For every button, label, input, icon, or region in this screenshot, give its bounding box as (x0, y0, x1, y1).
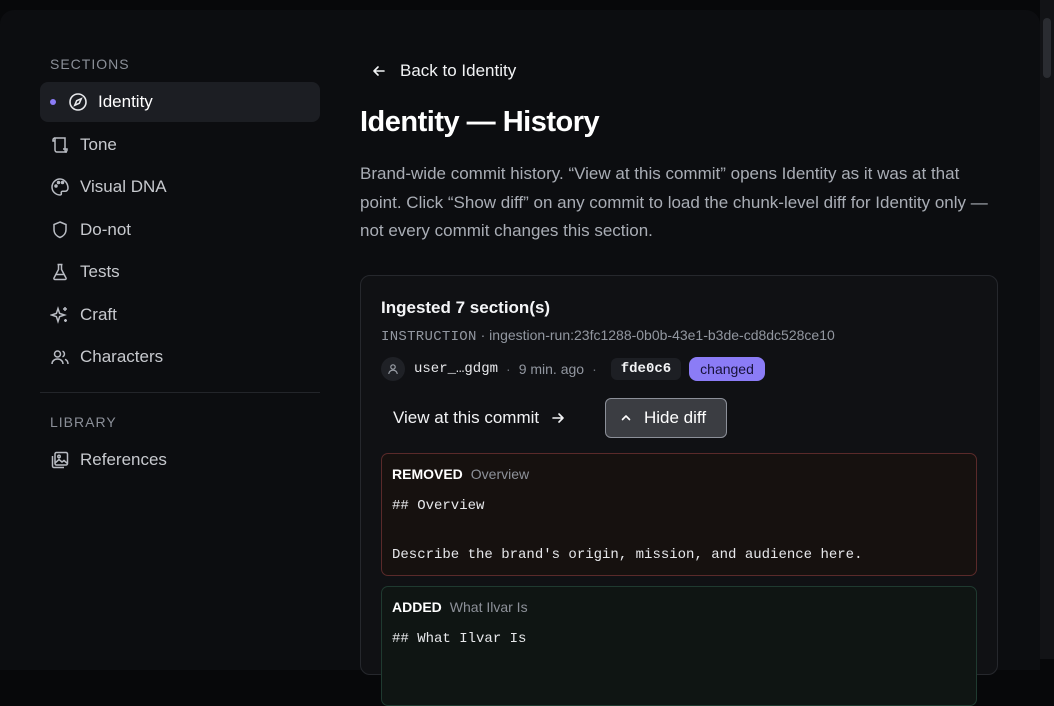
meta-separator: · (480, 327, 486, 343)
commit-info-row: user_…gdgm · 9 min. ago · fde0c6 changed (381, 356, 765, 382)
diff-header: ADDED What Ilvar Is (392, 599, 528, 615)
shield-icon (50, 220, 70, 240)
commit-title: Ingested 7 section(s) (381, 298, 551, 317)
commit-meta: INSTRUCTION · ingestion-run:23fc1288-0b0… (381, 327, 835, 345)
sidebar-item-tests[interactable]: Tests (40, 252, 320, 292)
avatar (381, 357, 405, 381)
sidebar-item-references[interactable]: References (40, 440, 320, 480)
palette-icon (50, 177, 70, 197)
page-description: Brand-wide commit history. “View at this… (360, 164, 988, 240)
sidebar-item-label: Characters (80, 347, 164, 366)
meta-separator: · (592, 361, 597, 377)
scrollbar[interactable] (1040, 0, 1054, 659)
chevron-up-icon (620, 412, 632, 424)
diff-code: ## Overview Describe the brand's origin,… (392, 498, 863, 563)
sidebar-item-label: Craft (80, 305, 117, 324)
library-heading: LIBRARY (50, 414, 117, 430)
commit-user: user_…gdgm (414, 361, 499, 377)
active-indicator-dot (50, 99, 56, 105)
sparkles-icon (50, 305, 70, 325)
commit-time: 9 min. ago (518, 361, 585, 377)
view-at-commit-button[interactable]: View at this commit (381, 398, 577, 438)
hide-diff-label: Hide diff (644, 408, 707, 427)
sidebar-divider (40, 392, 320, 393)
sidebar-item-characters[interactable]: Characters (40, 337, 320, 377)
sidebar-item-label: Do-not (80, 220, 132, 239)
back-link[interactable]: Back to Identity (372, 60, 516, 82)
scrollbar-thumb[interactable] (1043, 18, 1051, 78)
sidebar-item-label: Identity (98, 92, 153, 111)
sidebar-item-craft[interactable]: Craft (40, 295, 320, 335)
sidebar-item-visual-dna[interactable]: Visual DNA (40, 167, 320, 207)
diff-kind: REMOVED (392, 466, 463, 482)
arrow-left-icon (372, 64, 386, 78)
diff-removed-block: REMOVED Overview ## Overview Describe th… (381, 453, 977, 576)
commit-type: INSTRUCTION (381, 329, 477, 345)
arrow-right-icon (551, 411, 565, 425)
diff-header: REMOVED Overview (392, 466, 529, 482)
diff-section: Overview (470, 466, 530, 482)
sidebar-item-label: Visual DNA (80, 177, 167, 196)
hide-diff-button[interactable]: Hide diff (605, 398, 727, 438)
user-icon (387, 363, 399, 375)
back-link-label: Back to Identity (400, 61, 517, 80)
sidebar-item-do-not[interactable]: Do-not (40, 210, 320, 250)
diff-kind: ADDED (392, 599, 442, 615)
diff-code: ## What Ilvar Is (392, 631, 527, 647)
compass-icon (68, 92, 88, 112)
sidebar-item-label: Tone (80, 135, 117, 154)
flask-icon (50, 262, 70, 282)
sidebar-item-label: References (80, 450, 167, 469)
sidebar-item-identity[interactable]: Identity (40, 82, 320, 122)
sidebar-item-tone[interactable]: Tone (40, 125, 320, 165)
sidebar-item-label: Tests (80, 262, 120, 281)
commit-hash: fde0c6 (610, 358, 682, 380)
commit-card: Ingested 7 section(s) INSTRUCTION · inge… (360, 275, 998, 706)
diff-added-block: ADDED What Ilvar Is ## What Ilvar Is (381, 586, 977, 706)
sections-heading: SECTIONS (50, 56, 130, 72)
view-at-commit-label: View at this commit (393, 408, 540, 427)
images-icon (50, 450, 70, 470)
diff-section: What Ilvar Is (449, 599, 528, 615)
status-badge: changed (689, 357, 765, 381)
users-icon (50, 347, 70, 367)
meta-separator: · (506, 361, 511, 377)
page-title: Identity — History (360, 106, 600, 138)
scroll-icon (50, 135, 70, 155)
commit-run-id: ingestion-run:23fc1288-0b0b-43e1-b3de-cd… (489, 327, 835, 343)
